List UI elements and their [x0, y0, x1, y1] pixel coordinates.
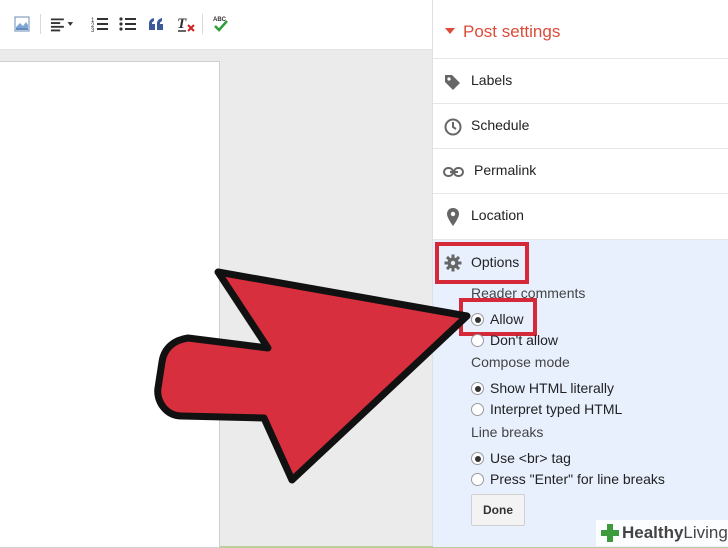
radio-button[interactable] [471, 313, 484, 326]
sidebar-item-label: Permalink [474, 162, 537, 178]
compose-mode-label: Compose mode [471, 354, 570, 370]
link-icon [443, 162, 464, 182]
radio-button[interactable] [471, 334, 484, 347]
sidebar-item-location[interactable]: Location [433, 193, 728, 238]
watermark-logo: HealthyLiving [596, 520, 728, 546]
quote-icon[interactable] [144, 12, 168, 36]
clear-format-icon[interactable]: T [174, 12, 198, 36]
align-icon[interactable] [50, 12, 74, 36]
radio-label: Show HTML literally [490, 380, 614, 396]
image-icon[interactable] [10, 12, 34, 36]
line-breaks-label: Line breaks [471, 424, 544, 440]
svg-text:3: 3 [91, 28, 95, 32]
radio-button[interactable] [471, 452, 484, 465]
sidebar-item-labels[interactable]: Labels [433, 58, 728, 103]
sidebar-item-label: Labels [471, 72, 513, 88]
sidebar-item-permalink[interactable]: Permalink [433, 148, 728, 193]
radio-button[interactable] [471, 403, 484, 416]
post-settings-title: Post settings [463, 22, 561, 41]
radio-button[interactable] [471, 473, 484, 486]
post-body-editor[interactable] [0, 61, 220, 548]
radio-label: Don't allow [490, 332, 559, 348]
radio-label: Allow [490, 311, 524, 327]
toolbar-separator [202, 14, 203, 34]
svg-text:T: T [177, 16, 187, 32]
bulleted-list-icon[interactable] [116, 12, 140, 36]
sidebar-item-label: Schedule [471, 117, 530, 133]
location-pin-icon [443, 207, 463, 227]
spellcheck-icon[interactable]: ABC [208, 12, 232, 36]
radio-label: Press "Enter" for line breaks [490, 471, 665, 487]
screenshot-frame: 123 T ABC Post settings Labels Schedule … [0, 0, 728, 548]
sidebar-item-schedule[interactable]: Schedule [433, 103, 728, 148]
gear-icon[interactable] [443, 253, 463, 273]
post-settings-sidebar: Post settings Labels Schedule Permalink [432, 0, 728, 547]
watermark-text: HealthyLiving [622, 523, 728, 542]
caret-down-icon [445, 28, 455, 34]
done-button[interactable]: Done [471, 494, 525, 526]
editor-toolbar: 123 T ABC [0, 0, 432, 50]
toolbar-separator [40, 14, 41, 34]
tag-icon [443, 72, 463, 92]
plus-logo-icon [601, 524, 619, 542]
radio-label: Interpret typed HTML [490, 401, 623, 417]
sidebar-item-label: Location [471, 207, 524, 223]
options-title[interactable]: Options [471, 254, 519, 270]
radio-label: Use <br> tag [490, 450, 571, 466]
post-settings-header[interactable]: Post settings [433, 0, 728, 58]
clock-icon [443, 117, 463, 137]
numbered-list-icon[interactable]: 123 [88, 12, 112, 36]
radio-button[interactable] [471, 382, 484, 395]
options-panel: Options Reader comments Allow Don't allo… [433, 239, 728, 547]
